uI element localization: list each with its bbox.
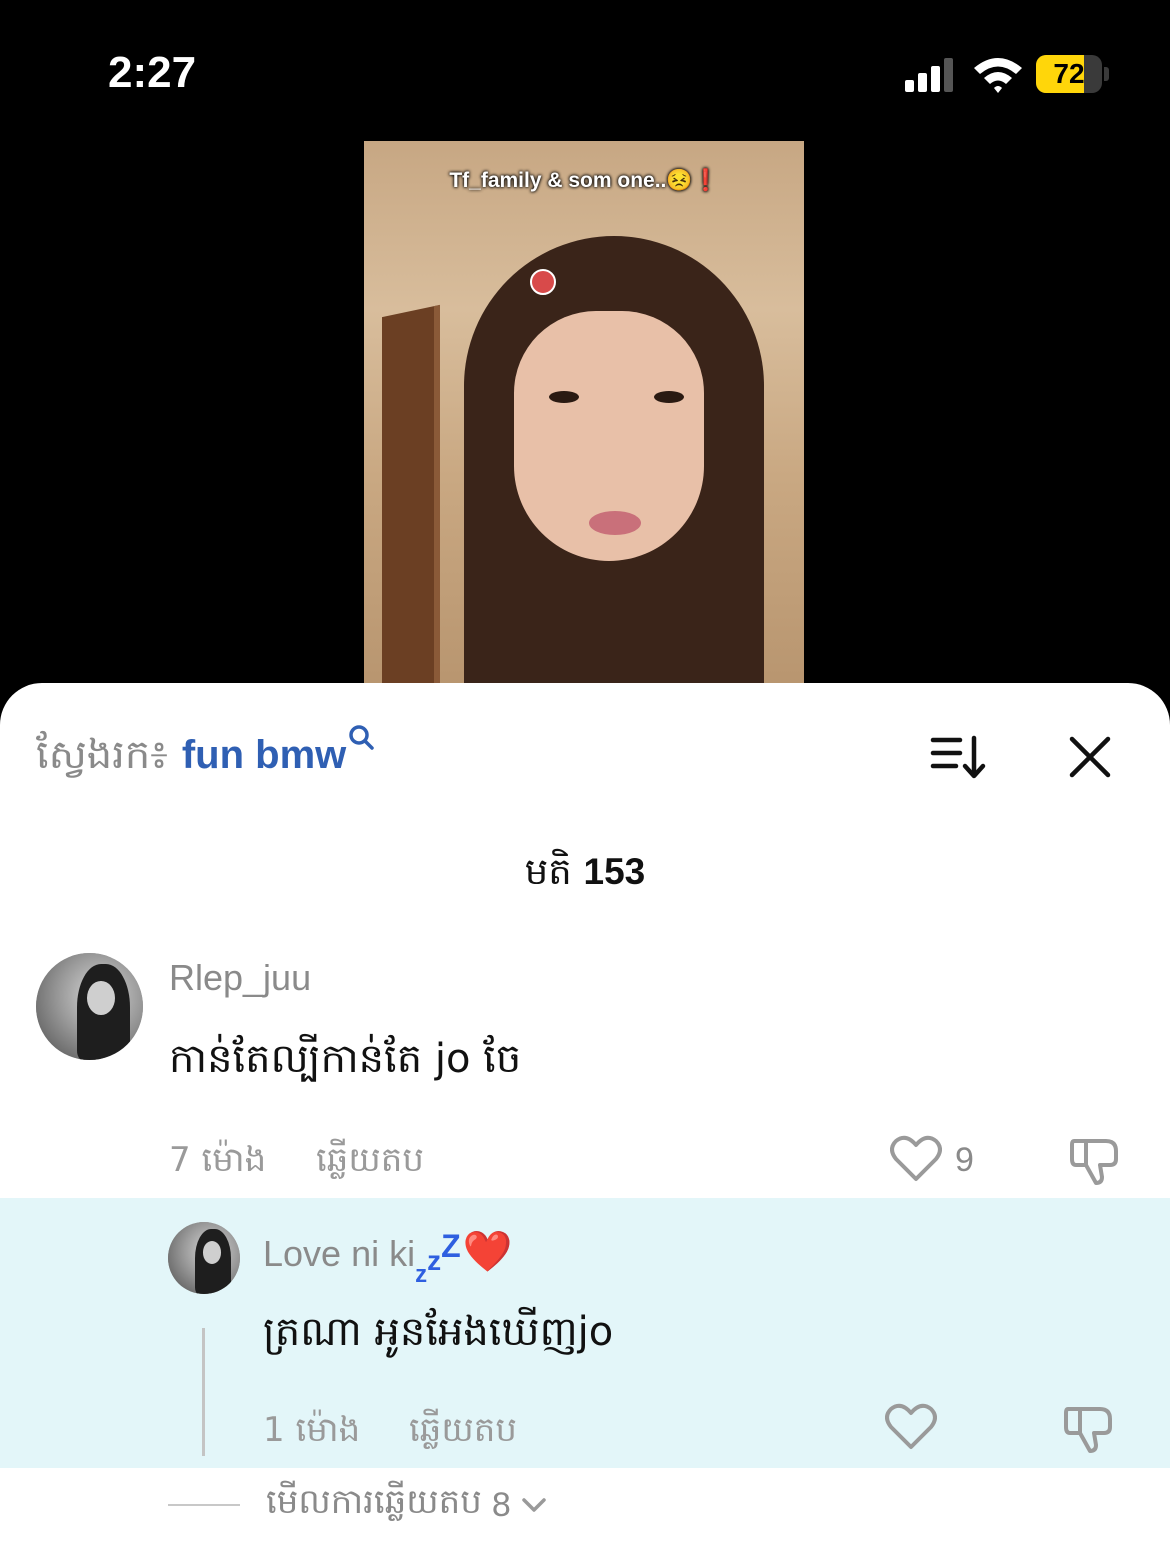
heart-icon[interactable] (885, 1403, 937, 1451)
search-suggestion[interactable]: ស្វែងរក៖ fun bmw (36, 725, 375, 789)
username-decoration: z (415, 1261, 428, 1288)
dislike-icon[interactable] (1064, 1401, 1116, 1453)
like-count: 9 (955, 1141, 974, 1179)
comment-time: 7 ម៉ោង (169, 1140, 267, 1180)
avatar[interactable] (168, 1222, 240, 1294)
video-hair-clip (530, 269, 556, 295)
search-term[interactable]: fun bmw (182, 733, 346, 778)
video-person-eye (549, 391, 579, 403)
battery-level: 72 (1053, 58, 1085, 89)
red-heart-emoji: ❤️ (462, 1230, 513, 1274)
sort-icon[interactable] (930, 735, 986, 779)
battery-icon: 72 (1036, 55, 1109, 93)
comment-count: មតិ 153 (0, 849, 1170, 903)
reply-time: 1 ម៉ោង (263, 1410, 361, 1450)
status-time: 2:27 (108, 48, 197, 97)
avatar[interactable] (36, 953, 143, 1060)
video-player[interactable]: Tf_family & som one..😣❗ (364, 141, 804, 701)
comment-username[interactable]: Rlep_juu (169, 957, 311, 999)
signal-icon (905, 58, 953, 92)
reply-button[interactable]: ឆ្លើយតប (409, 1408, 517, 1458)
comments-sheet: ស្វែងរក៖ fun bmw មតិ 153 Rlep_juu កាន់តែ… (0, 683, 1170, 1550)
thread-line (202, 1328, 205, 1456)
status-bar: 2:27 72 (0, 0, 1170, 140)
reply-username-text: Love ni ki (263, 1233, 416, 1274)
dislike-icon[interactable] (1070, 1133, 1122, 1185)
search-prefix: ស្វែងរក៖ (36, 732, 168, 778)
reply-username[interactable]: Love ni ki z z Z ❤️ (263, 1228, 513, 1288)
reply-text: ត្រណា អូនអែងឃើញjo (263, 1309, 614, 1355)
comment-count-label: មតិ (524, 850, 572, 893)
chevron-down-icon (522, 1498, 546, 1512)
view-replies-count: 8 (491, 1485, 511, 1524)
reply-comment: Love ni ki z z Z ❤️ ត្រណា អូនអែងឃើញjo 1 … (0, 1198, 1170, 1468)
video-person-eye (654, 391, 684, 403)
view-replies-button[interactable]: មើលការឆ្លើយតប 8 (168, 1482, 547, 1527)
video-caption: Tf_family & som one..😣❗ (449, 169, 719, 192)
search-icon (349, 725, 375, 750)
video-person-lips (589, 511, 641, 535)
reply-button[interactable]: ឆ្លើយតប (316, 1138, 424, 1188)
username-decoration: z (427, 1245, 442, 1276)
video-door (382, 304, 440, 701)
comment-text: កាន់តែល្បីកាន់តែ jo ចែ (169, 1036, 522, 1082)
close-icon[interactable] (1068, 735, 1112, 779)
wifi-icon (974, 58, 1022, 93)
username-decoration: Z (441, 1228, 461, 1264)
view-replies-divider (168, 1504, 240, 1506)
view-replies-label: មើលការឆ្លើយតប (266, 1482, 482, 1522)
heart-icon[interactable] (890, 1135, 942, 1183)
comment-count-number: 153 (583, 851, 646, 892)
